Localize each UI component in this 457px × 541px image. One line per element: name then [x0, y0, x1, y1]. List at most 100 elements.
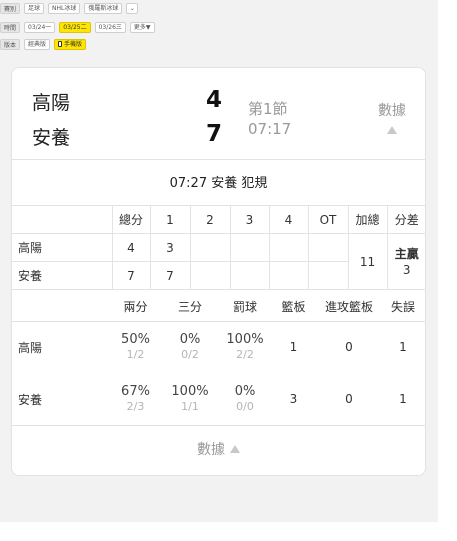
three-point-frac: 0/2 [181, 348, 199, 362]
away-team-score: 7 [205, 121, 222, 147]
header-team [12, 205, 113, 234]
quarter-header-row: 總分 1 2 3 4 OT 加總 分差 [12, 205, 425, 234]
q3-cell [229, 233, 270, 262]
version-chip-classic[interactable]: 經典版 [24, 39, 51, 50]
two-point-frac: 2/3 [126, 400, 145, 413]
q4-cell [268, 233, 309, 262]
stats-header-two: 兩分 [112, 293, 159, 322]
divider [12, 159, 425, 160]
date-more-dropdown[interactable]: 更多▼ [129, 22, 155, 33]
two-point-pct: 67% [121, 384, 150, 399]
league-chip-football[interactable]: 足球 [24, 3, 45, 14]
q1-cell: 3 [149, 233, 191, 262]
league-filter-row: 賽別 足球 NHL冰球 俄羅斯冰球 ⌄ [0, 2, 142, 15]
header-q4: 4 [268, 205, 309, 234]
stats-toggle-button[interactable]: 數據 [364, 100, 420, 134]
ot-cell [307, 233, 349, 262]
team-cell: 高陽 [18, 340, 43, 355]
sum-cell: 11 [347, 233, 388, 290]
away-team-name: 安養 [32, 127, 71, 149]
date-chip-0326[interactable]: 03/26三 [94, 22, 126, 33]
table-row: 高陽 50% 1/2 0% 0/2 100% 2/2 1 0 1 [12, 321, 425, 373]
stats-header-three: 三分 [159, 293, 221, 322]
header-q3: 3 [229, 205, 270, 234]
header-diff: 分差 [386, 205, 425, 234]
game-card: 高陽 4 安養 7 第1節 07:17 數據 07:27 安養 犯規 總分 1 … [11, 67, 426, 476]
two-point-pct: 50% [121, 332, 150, 348]
diff-cell: 主贏 3 [386, 233, 425, 290]
q1-cell: 7 [149, 261, 191, 290]
three-point-cell: 100% 1/1 [159, 373, 221, 425]
league-more-dropdown[interactable]: ⌄ [126, 3, 139, 14]
version-filter-label: 版本 [0, 39, 20, 50]
header-total: 總分 [111, 205, 151, 234]
version-filter-row: 版本 經典版 手機版 [0, 38, 90, 51]
mobile-phone-icon [58, 41, 63, 47]
rebounds-cell: 3 [289, 392, 298, 406]
stats-header-reb: 籃板 [269, 293, 318, 322]
free-throw-pct: 100% [226, 332, 264, 348]
q3-cell [229, 261, 270, 290]
date-chip-0325[interactable]: 03/25二 [59, 22, 91, 33]
three-point-frac: 1/1 [181, 400, 199, 413]
date-filter-label: 時間 [0, 22, 20, 33]
turnovers-cell: 1 [399, 392, 407, 406]
game-clock: 07:17 [248, 120, 292, 138]
table-row: 安養 67% 2/3 100% 1/1 0% 0/0 3 0 1 [12, 373, 425, 425]
total-cell: 4 [111, 233, 151, 262]
league-chip-nhl[interactable]: NHL冰球 [48, 3, 81, 14]
stats-toggle-label: 數據 [378, 103, 406, 119]
version-chip-mobile[interactable]: 手機版 [54, 39, 87, 50]
q2-cell [189, 261, 231, 290]
date-filter-row: 時間 03/24一 03/25二 03/26三 更多▼ [0, 21, 159, 34]
header-sum: 加總 [347, 205, 388, 234]
two-point-cell: 50% 1/2 [112, 321, 159, 373]
three-point-cell: 0% 0/2 [159, 321, 221, 373]
header-q1: 1 [149, 205, 191, 234]
two-point-frac: 1/2 [126, 348, 145, 362]
diff-label: 主贏 [394, 246, 419, 261]
stats-header-row: 兩分 三分 罰球 籃板 進攻籃板 失誤 [12, 293, 425, 322]
table-row: 高陽 4 3 11 主贏 3 [12, 233, 425, 290]
league-filter-label: 賽別 [0, 3, 20, 14]
two-point-cell: 67% 2/3 [112, 373, 159, 425]
header-ot: OT [307, 205, 349, 234]
three-point-pct: 100% [171, 384, 209, 399]
triangle-up-icon [230, 445, 240, 453]
team-cell: 高陽 [12, 233, 113, 262]
divider [12, 425, 425, 426]
ot-cell [307, 261, 348, 290]
version-chip-mobile-label: 手機版 [64, 41, 83, 48]
three-point-pct: 0% [179, 332, 201, 348]
turnovers-cell: 1 [399, 340, 407, 355]
quarter-score-table: 總分 1 2 3 4 OT 加總 分差 高陽 4 3 11 主贏 3 安養 7 … [12, 205, 425, 290]
stats-collapse-label: 數據 [197, 442, 225, 458]
offensive-rebounds-cell: 0 [345, 340, 353, 355]
latest-event: 07:27 安養 犯規 [169, 176, 268, 191]
stats-header-oreb: 進攻籃板 [318, 293, 380, 322]
triangle-up-icon [387, 126, 397, 134]
header-q2: 2 [189, 205, 231, 234]
home-team-score: 4 [205, 87, 222, 113]
stats-header-team [12, 293, 112, 322]
q2-cell [189, 233, 231, 262]
home-team-name: 高陽 [32, 92, 71, 114]
stats-header-ft: 罰球 [221, 293, 269, 322]
free-throw-cell: 100% 2/2 [221, 321, 269, 373]
team-cell: 安養 [12, 261, 113, 290]
game-period: 第1節 [248, 100, 288, 118]
total-cell: 7 [111, 261, 151, 290]
stats-header-to: 失誤 [380, 293, 425, 322]
page-background: 賽別 足球 NHL冰球 俄羅斯冰球 ⌄ 時間 03/24一 03/25二 03/… [0, 0, 438, 522]
team-cell: 安養 [18, 392, 43, 407]
free-throw-pct: 0% [234, 384, 256, 399]
date-chip-0324[interactable]: 03/24一 [24, 22, 56, 33]
q4-cell [268, 261, 309, 290]
free-throw-cell: 0% 0/0 [221, 373, 269, 425]
free-throw-frac: 0/0 [236, 400, 254, 413]
rebounds-cell: 1 [289, 340, 298, 355]
free-throw-frac: 2/2 [236, 348, 254, 362]
offensive-rebounds-cell: 0 [345, 392, 353, 406]
league-chip-khl[interactable]: 俄羅斯冰球 [84, 3, 123, 14]
stats-collapse-button[interactable]: 數據 [12, 439, 425, 459]
